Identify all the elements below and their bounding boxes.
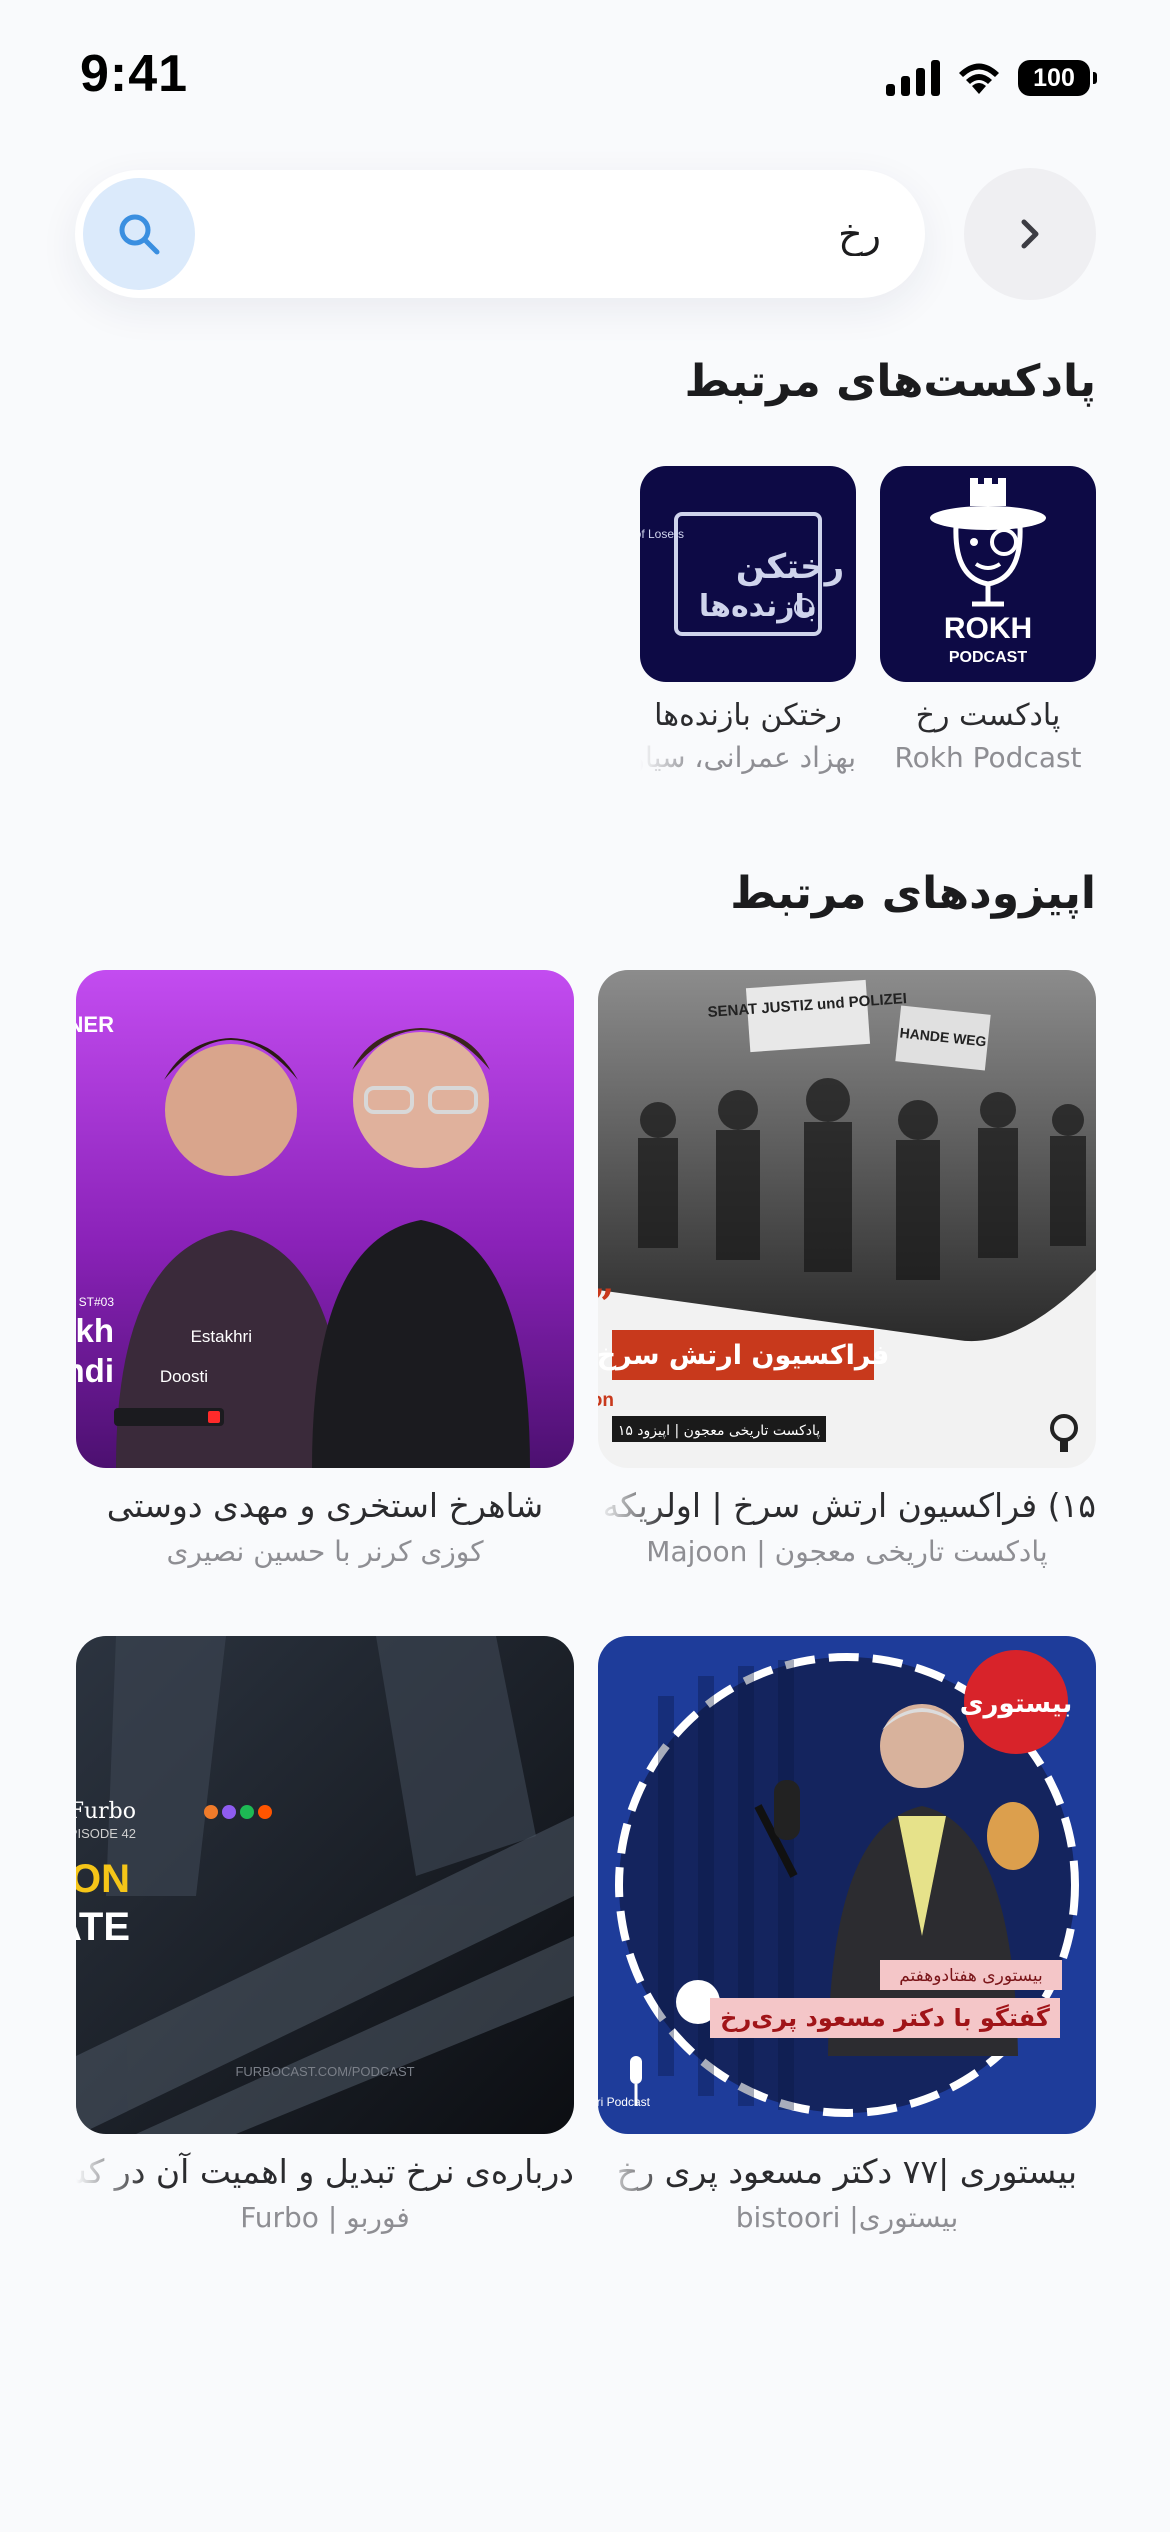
svg-text:E15.Red Army Faction: E15.Red Army Faction: [598, 1390, 614, 1411]
svg-text:Estakhri: Estakhri: [191, 1327, 252, 1346]
svg-text:of Losers: of Losers: [640, 527, 684, 541]
rakhtkan-logo: of Losers رختکن بازنده‌ها: [640, 512, 844, 636]
svg-text:Doosti: Doosti: [160, 1367, 208, 1386]
svg-text:Shahrokh: Shahrokh: [76, 1312, 114, 1349]
svg-text:EPISODE 42: EPISODE 42: [76, 1826, 136, 1841]
svg-text:COZY CORNER: COZY CORNER: [76, 1012, 114, 1037]
wifi-icon: [954, 60, 1004, 96]
podcast-title: رختکن بازنده‌ها: [654, 698, 842, 733]
episode-title: درباره‌ی نرخ تبدیل و اهمیت آن در کسب‌وکا…: [76, 2152, 574, 2191]
chevron-right-icon: [1021, 219, 1039, 249]
signal-icon: [886, 60, 940, 96]
furbo-cover-art: Furbo EPISODE 42 CONVERSION RATE FURBOCA…: [76, 1636, 574, 2134]
episode-subtitle: کوزی کرنر با حسین نصیری: [166, 1535, 484, 1568]
svg-text:رختکن: رختکن: [736, 547, 844, 587]
svg-text:پادکست تاریخی معجون | اپیزود ۱: پادکست تاریخی معجون | اپیزود ۱۵: [618, 1423, 820, 1439]
svg-text:ROKH: ROKH: [944, 612, 1032, 645]
episode-card-furbo[interactable]: Furbo EPISODE 42 CONVERSION RATE FURBOCA…: [76, 1636, 574, 2234]
episode-card-majoon[interactable]: SENAT JUSTIZ und POLIZEI HANDE WEG ” فرا…: [598, 970, 1096, 1568]
episode-title: بیستوری |۷۷ دکتر مسعود پری رخ: [616, 2152, 1078, 2191]
battery-icon: 100: [1018, 60, 1097, 96]
related-episodes-title: اپیزودهای مرتبط: [730, 868, 1096, 919]
podcast-card-rokh[interactable]: ROKH PODCAST پادکست رخ Rokh Podcast: [880, 466, 1096, 774]
svg-text:فراکسیون ارتش سرخ: فراکسیون ارتش سرخ: [598, 1340, 889, 1371]
episode-cover: COZY CORNER Corner ST#03 Shahrokh Estakh…: [76, 970, 574, 1468]
status-icons: 100: [886, 58, 1097, 98]
episode-subtitle: فوربو | Furbo: [240, 2201, 410, 2234]
bistoori-cover-art: بیستوری بیستوری هفتادوهفتم گفتگو با دکتر…: [598, 1636, 1096, 2134]
screen: 9:41 100: [0, 0, 1170, 2532]
episode-cover: Furbo EPISODE 42 CONVERSION RATE FURBOCA…: [76, 1636, 574, 2134]
rokh-logo: ROKH PODCAST: [930, 478, 1046, 666]
status-bar: 9:41 100: [0, 0, 1170, 150]
episode-cover: SENAT JUSTIZ und POLIZEI HANDE WEG ” فرا…: [598, 970, 1096, 1468]
podcast-card-rakhtkan[interactable]: of Losers رختکن بازنده‌ها رختکن بازنده‌ه…: [640, 466, 856, 774]
svg-text:Corner ST#03: Corner ST#03: [76, 1295, 114, 1309]
svg-text:Furbo: Furbo: [76, 1799, 136, 1824]
related-podcasts-title: پادکست‌های مرتبط: [684, 356, 1096, 407]
back-button[interactable]: [964, 168, 1096, 300]
svg-text:RATE: RATE: [76, 1905, 130, 1949]
svg-text:بیستوری: بیستوری: [960, 1689, 1073, 1719]
episode-card-bistoori[interactable]: بیستوری بیستوری هفتادوهفتم گفتگو با دکتر…: [598, 1636, 1096, 2234]
episode-cover: بیستوری بیستوری هفتادوهفتم گفتگو با دکتر…: [598, 1636, 1096, 2134]
svg-text:بازنده‌ها: بازنده‌ها: [699, 589, 817, 624]
svg-text:CONVERSION: CONVERSION: [76, 1857, 130, 1901]
episode-card-cozy-corner[interactable]: COZY CORNER Corner ST#03 Shahrokh Estakh…: [76, 970, 574, 1568]
podcast-subtitle: بهزاد عمرانی، سیاوش: [640, 741, 856, 774]
episode-title: شاهرخ استخری و مهدی دوستی: [106, 1486, 544, 1525]
majoon-cover-art: SENAT JUSTIZ und POLIZEI HANDE WEG ” فرا…: [598, 970, 1096, 1452]
status-time: 9:41: [80, 45, 189, 103]
svg-text:FURBOCAST.COM/PODCAST: FURBOCAST.COM/PODCAST: [235, 2064, 414, 2079]
svg-text:bistoori Podcast: bistoori Podcast: [598, 2095, 651, 2109]
svg-text:PODCAST: PODCAST: [949, 649, 1027, 666]
podcast-subtitle: Rokh Podcast: [894, 741, 1082, 774]
podcast-cover: ROKH PODCAST: [880, 466, 1096, 682]
cozy-corner-cover-art: COZY CORNER Corner ST#03 Shahrokh Estakh…: [76, 970, 574, 1468]
svg-text:بیستوری هفتادوهفتم: بیستوری هفتادوهفتم: [899, 1966, 1043, 1986]
episode-title: ۱۵) فراکسیون ارتش سرخ | اولریکه ماینهوف: [598, 1486, 1096, 1525]
svg-text:Mehdi: Mehdi: [76, 1352, 114, 1389]
podcast-title: پادکست رخ: [915, 698, 1061, 733]
svg-text:”: ”: [598, 1281, 614, 1328]
search-icon[interactable]: [83, 178, 195, 290]
search-input[interactable]: [215, 194, 881, 274]
search-bar: [75, 170, 925, 298]
episode-subtitle: بیستوری| bistoori: [735, 2201, 959, 2234]
episode-subtitle: پادکست تاریخی معجون | Majoon: [646, 1535, 1048, 1568]
podcast-cover: of Losers رختکن بازنده‌ها: [640, 466, 856, 682]
svg-text:گفتگو با دکتر مسعود پری‌رخ: گفتگو با دکتر مسعود پری‌رخ: [720, 2004, 1050, 2032]
